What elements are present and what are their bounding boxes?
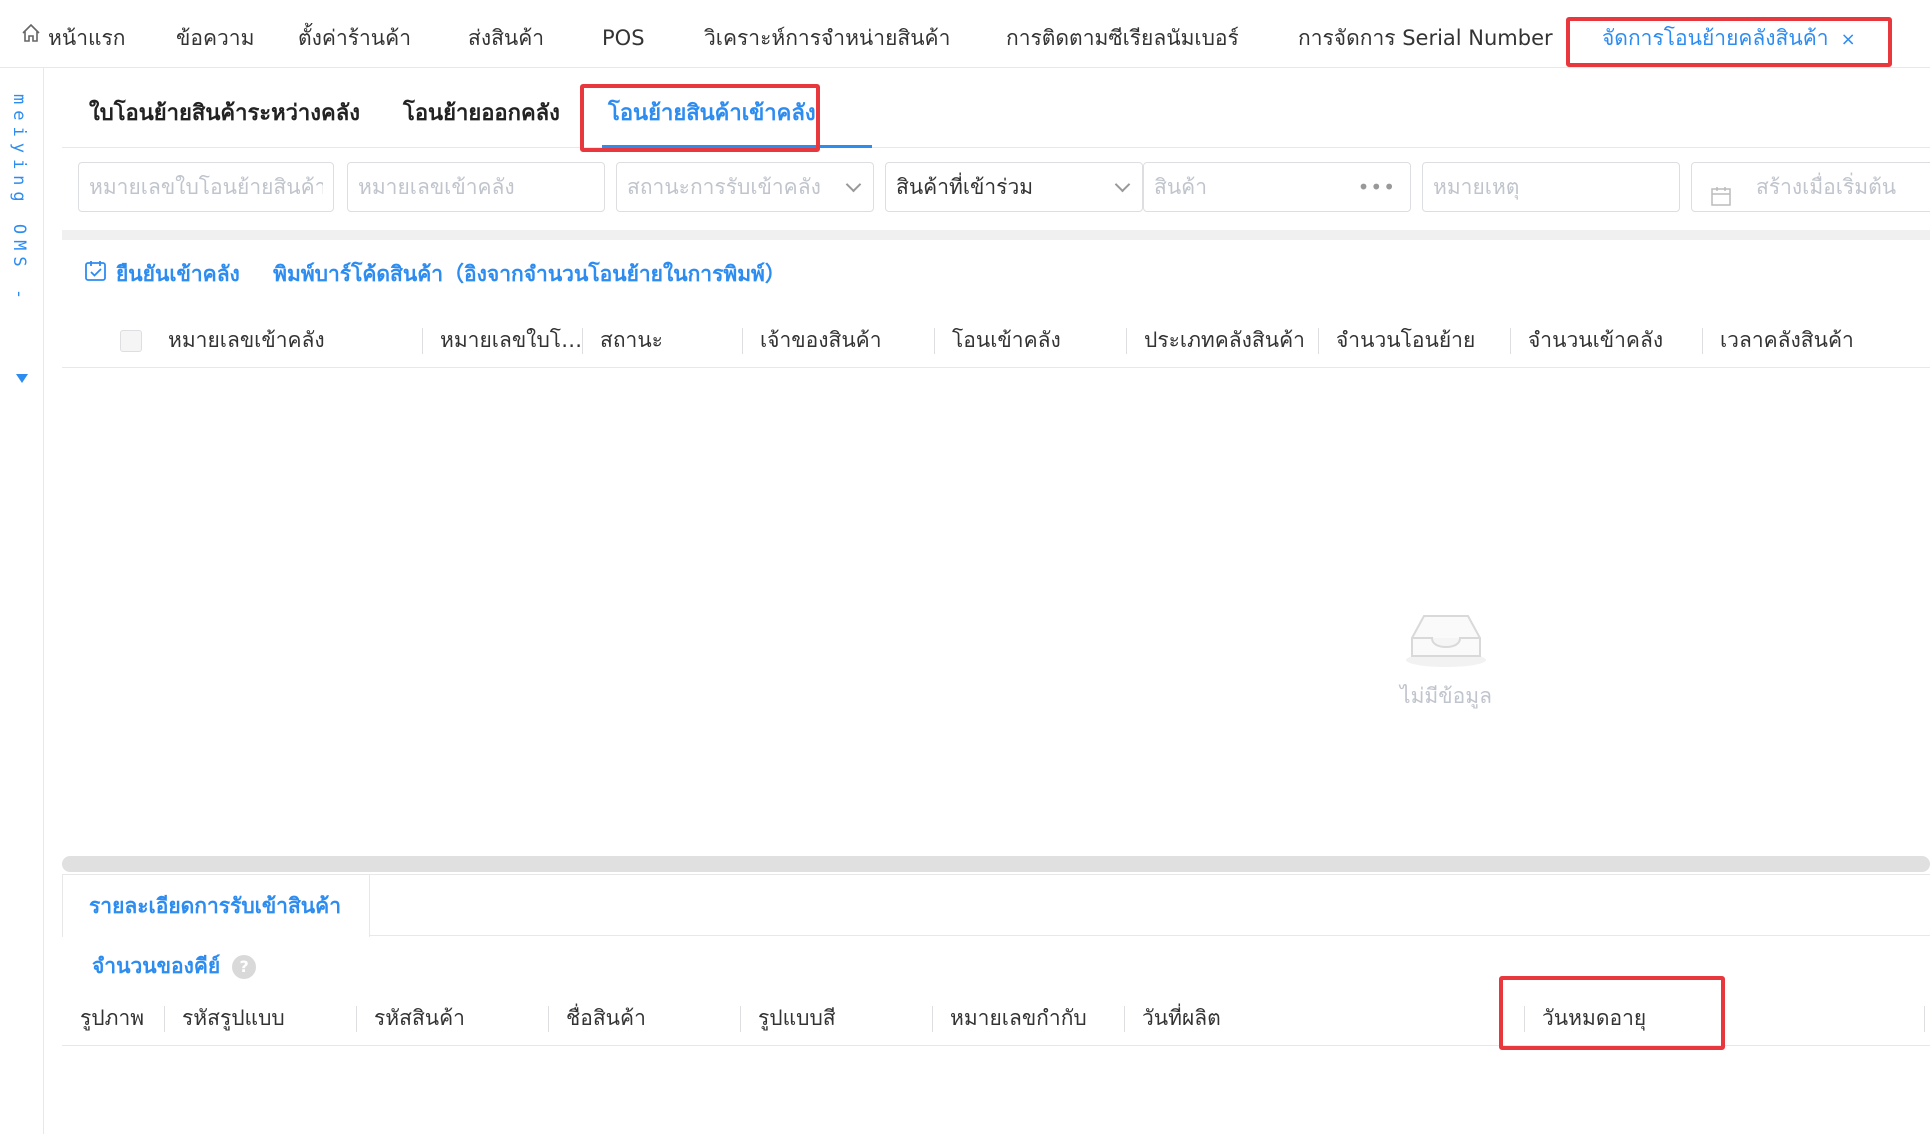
transfer-no-filter xyxy=(78,162,334,212)
column-header[interactable]: จำนวนเข้าคลัง xyxy=(1528,312,1696,368)
column-divider[interactable] xyxy=(582,328,583,354)
column-divider[interactable] xyxy=(1524,1006,1525,1032)
column-header[interactable]: รูปภาพ xyxy=(80,990,180,1046)
inbound-no-input[interactable] xyxy=(358,164,594,210)
column-divider[interactable] xyxy=(934,328,935,354)
transfer-no-input[interactable] xyxy=(89,164,323,210)
nav-tab-warehouse-transfer[interactable]: จัดการโอนย้ายคลังสินค้า × xyxy=(1602,0,1856,68)
column-header[interactable]: รหัสสินค้า xyxy=(374,990,524,1046)
chevron-down-icon xyxy=(1114,176,1131,193)
key-count-label: จำนวนของคีย์? xyxy=(92,950,257,983)
column-header[interactable]: หมายเลขกำกับ xyxy=(950,990,1100,1046)
column-divider[interactable] xyxy=(548,1006,549,1032)
column-header[interactable]: วันที่ผลิต xyxy=(1142,990,1292,1046)
close-icon[interactable]: × xyxy=(1841,2,1856,78)
empty-inbox-icon xyxy=(1396,610,1496,672)
nav-tab-pos[interactable]: POS xyxy=(602,0,645,68)
created-start-placeholder: สร้างเมื่อเริ่มต้น xyxy=(1756,175,1897,199)
column-divider[interactable] xyxy=(932,1006,933,1032)
nav-tab-home[interactable]: หน้าแรก xyxy=(20,0,126,68)
column-divider[interactable] xyxy=(164,1006,165,1032)
column-divider[interactable] xyxy=(1318,328,1319,354)
column-header[interactable]: เวลาคลังสินค้า xyxy=(1720,312,1920,368)
participating-goods-value: สินค้าที่เข้าร่วม xyxy=(896,175,1034,199)
goods-filter: ••• xyxy=(1143,162,1411,212)
brand-label[interactable]: meiying OMS - xyxy=(9,94,29,305)
nav-tab-store-settings[interactable]: ตั้งค่าร้านค้า xyxy=(298,0,411,68)
column-header[interactable]: เจ้าของสินค้า xyxy=(760,312,930,368)
calendar-icon xyxy=(1710,176,1732,211)
confirm-inbound-button[interactable]: ยืนยันเข้าคลัง xyxy=(84,259,247,288)
created-start-picker[interactable]: สร้างเมื่อเริ่มต้น xyxy=(1691,162,1930,212)
receive-status-select[interactable]: สถานะการรับเข้าคลัง xyxy=(616,162,874,212)
nav-tab-sales-analysis[interactable]: วิเคราะห์การจำหน่ายสินค้า xyxy=(704,0,950,68)
receive-status-placeholder: สถานะการรับเข้าคลัง xyxy=(627,175,821,199)
column-header[interactable]: รูปแบบสี xyxy=(758,990,908,1046)
column-header[interactable]: โอนเข้าคลัง xyxy=(952,312,1122,368)
column-header[interactable]: ประเภทคลังสินค้า xyxy=(1144,312,1312,368)
column-header[interactable]: วันหมดอายุ xyxy=(1542,990,1722,1046)
column-header[interactable]: ชื่อสินค้า xyxy=(566,990,716,1046)
calendar-check-icon xyxy=(84,259,108,288)
column-divider[interactable] xyxy=(742,328,743,354)
column-divider[interactable] xyxy=(740,1006,741,1032)
column-header[interactable]: จำนวนโอนย้าย xyxy=(1336,312,1504,368)
nav-tab-shipping[interactable]: ส่งสินค้า xyxy=(468,0,544,68)
chevron-down-icon xyxy=(845,176,862,193)
detail-panel-tabs: รายละเอียดการรับเข้าสินค้า xyxy=(62,874,1930,937)
nav-tab-label: หน้าแรก xyxy=(48,26,126,50)
column-divider[interactable] xyxy=(356,1006,357,1032)
nav-tab-serial-management[interactable]: การจัดการ Serial Number xyxy=(1298,0,1553,68)
subtab-transfer-out[interactable]: โอนย้ายออกคลัง xyxy=(403,80,560,148)
select-all-checkbox[interactable] xyxy=(120,330,142,352)
remark-filter xyxy=(1422,162,1680,212)
key-count-text: จำนวนของคีย์ xyxy=(92,954,221,978)
toolbar: ยืนยันเข้าคลัง พิมพ์บาร์โค้ดสินค้า（อิงจา… xyxy=(84,258,786,294)
nav-tab-label: จัดการโอนย้ายคลังสินค้า xyxy=(1602,26,1829,50)
sub-tabs: ใบโอนย้ายสินค้าระหว่างคลัง โอนย้ายออกคลั… xyxy=(62,80,1930,148)
tab-receiving-details[interactable]: รายละเอียดการรับเข้าสินค้า xyxy=(62,875,370,937)
column-divider[interactable] xyxy=(1924,1006,1925,1032)
column-divider[interactable] xyxy=(1126,328,1127,354)
empty-state-text: ไม่มีข้อมูล xyxy=(1400,684,1492,708)
remark-input[interactable] xyxy=(1433,164,1669,210)
inbound-no-filter xyxy=(347,162,605,212)
top-nav: หน้าแรก ข้อความ ตั้งค่าร้านค้า ส่งสินค้า… xyxy=(0,0,1930,68)
home-icon xyxy=(20,0,42,75)
confirm-inbound-label: ยืนยันเข้าคลัง xyxy=(116,262,240,286)
inbound-table-header: หมายเลขเข้าคลัง หมายเลขใบโอนย้าย สถานะ เ… xyxy=(62,312,1930,368)
subtab-transfer-in[interactable]: โอนย้ายสินค้าเข้าคลัง xyxy=(608,80,816,148)
column-header[interactable]: หมายเลขใบโอนย้าย xyxy=(440,312,588,368)
active-subtab-underline xyxy=(602,145,872,148)
column-header[interactable]: สถานะ xyxy=(600,312,730,368)
horizontal-scrollbar[interactable] xyxy=(62,856,1930,872)
column-divider[interactable] xyxy=(1510,328,1511,354)
nav-tab-serial-tracking[interactable]: การติดตามซีเรียลนัมเบอร์ xyxy=(1006,0,1239,68)
column-header[interactable]: รหัสรูปแบบ xyxy=(182,990,318,1046)
goods-input[interactable] xyxy=(1154,164,1354,210)
subtab-inter-warehouse-transfer[interactable]: ใบโอนย้ายสินค้าระหว่างคลัง xyxy=(89,80,360,148)
column-divider[interactable] xyxy=(1702,328,1703,354)
active-tab-underline xyxy=(1593,64,1819,67)
detail-table-header: รูปภาพ รหัสรูปแบบ รหัสสินค้า ชื่อสินค้า … xyxy=(62,990,1930,1046)
column-divider[interactable] xyxy=(422,328,423,354)
participating-goods-select[interactable]: สินค้าที่เข้าร่วม xyxy=(885,162,1143,212)
print-barcode-button[interactable]: พิมพ์บาร์โค้ดสินค้า（อิงจากจำนวนโอนย้ายใน… xyxy=(273,262,786,286)
help-icon[interactable]: ? xyxy=(232,955,257,979)
left-rail: meiying OMS - xyxy=(0,68,44,1134)
section-divider xyxy=(62,230,1930,240)
column-divider[interactable] xyxy=(1124,1006,1125,1032)
caret-down-icon[interactable] xyxy=(16,374,28,383)
column-header[interactable]: หมายเลขเข้าคลัง xyxy=(168,312,468,368)
more-icon[interactable]: ••• xyxy=(1358,163,1396,211)
nav-tab-messages[interactable]: ข้อความ xyxy=(176,0,254,68)
